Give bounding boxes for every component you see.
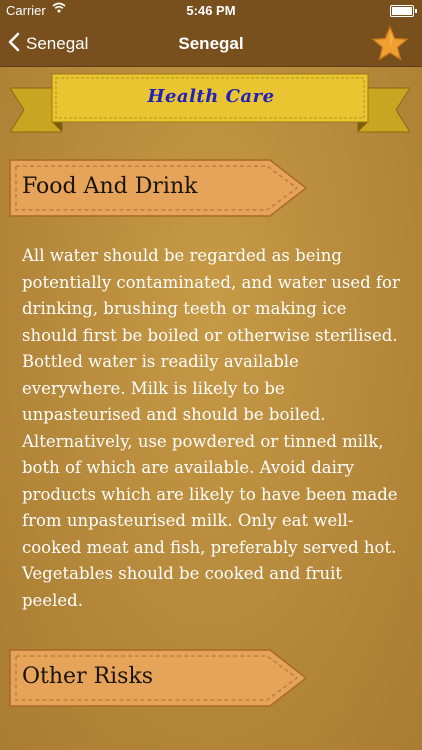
section-body-text: All water should be regarded as being po…	[22, 246, 400, 610]
battery-icon	[390, 5, 417, 17]
section-title: Other Risks	[22, 664, 154, 689]
navigation-bar: Senegal Senegal	[0, 22, 422, 67]
section-header-food-and-drink[interactable]: Food And Drink	[8, 156, 308, 220]
section-header-other-risks[interactable]: Other Risks	[8, 646, 308, 710]
status-bar: Carrier 5:46 PM	[0, 0, 422, 22]
section-title: Food And Drink	[22, 174, 198, 199]
star-icon[interactable]	[370, 24, 410, 64]
header-ribbon	[9, 72, 411, 142]
nav-title: Senegal	[178, 34, 244, 53]
header-ribbon-label: Health Care	[147, 86, 275, 107]
status-time: 5:46 PM	[186, 3, 236, 18]
